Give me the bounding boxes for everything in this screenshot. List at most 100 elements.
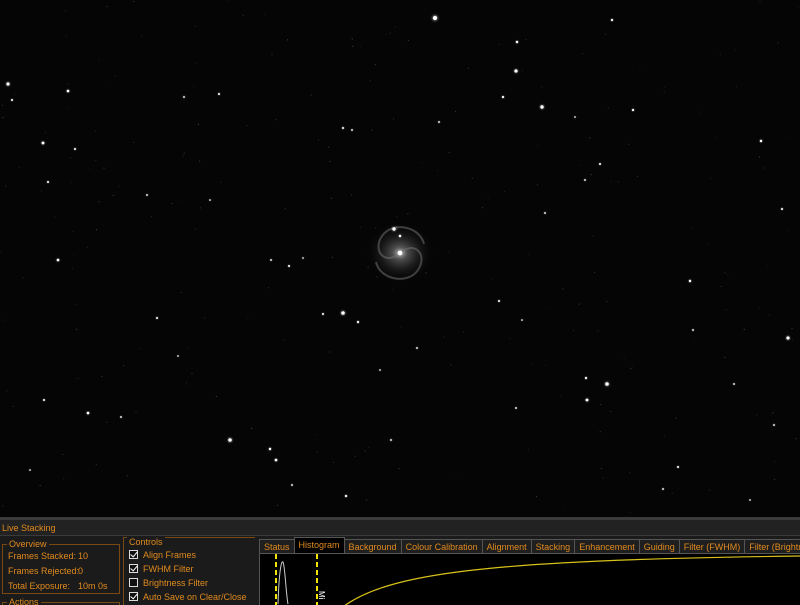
- noise-dot: [94, 130, 96, 132]
- noise-dot: [63, 478, 65, 480]
- noise-dot: [332, 256, 333, 258]
- noise-dot: [727, 274, 729, 276]
- noise-dot: [316, 434, 318, 436]
- noise-dot: [67, 83, 69, 85]
- tab-colour-calibration[interactable]: Colour Calibration: [400, 539, 483, 553]
- noise-dot: [62, 453, 64, 455]
- noise-dot: [98, 201, 100, 203]
- noise-dot: [725, 309, 727, 311]
- noise-dot: [490, 278, 492, 280]
- noise-dot: [528, 253, 530, 255]
- noise-dot: [573, 330, 575, 331]
- live-stacking-panel: Live Stacking Overview Frames Stacked: 1…: [0, 520, 800, 605]
- noise-dot: [758, 156, 760, 158]
- noise-dot: [14, 93, 15, 95]
- noise-dot: [374, 227, 376, 229]
- noise-dot: [772, 412, 774, 414]
- fwhm-filter-checkbox[interactable]: [129, 564, 138, 574]
- tab-stacking[interactable]: Stacking: [530, 539, 576, 553]
- star: [416, 347, 418, 349]
- brightness-filter-toggle[interactable]: Brightness Filter: [129, 577, 208, 589]
- star: [677, 466, 679, 468]
- auto-save-checkbox[interactable]: [129, 592, 138, 602]
- noise-dot: [664, 435, 666, 437]
- star: [6, 82, 10, 86]
- noise-dot: [487, 198, 489, 200]
- noise-dot: [637, 175, 639, 177]
- fwhm-filter-toggle[interactable]: FWHM Filter: [129, 563, 194, 575]
- align-frames-toggle[interactable]: Align Frames: [129, 549, 196, 561]
- noise-dot: [774, 478, 776, 480]
- tab-background[interactable]: Background: [343, 539, 402, 553]
- noise-dot: [71, 181, 72, 183]
- star: [228, 438, 232, 442]
- overview-legend: Overview: [7, 538, 49, 550]
- noise-dot: [767, 265, 769, 267]
- noise-dot: [367, 447, 369, 449]
- stretch-curve: [344, 555, 800, 605]
- noise-dot: [39, 485, 41, 486]
- controls-legend: Controls: [127, 536, 165, 548]
- noise-dot: [103, 167, 105, 169]
- noise-dot: [716, 136, 718, 138]
- noise-dot: [366, 499, 368, 501]
- noise-dot: [407, 40, 409, 41]
- noise-dot: [75, 304, 77, 306]
- noise-dot: [215, 395, 217, 397]
- noise-dot: [589, 137, 591, 139]
- noise-dot: [329, 161, 331, 162]
- star: [291, 484, 293, 486]
- noise-dot: [599, 431, 601, 433]
- star: [515, 407, 517, 409]
- star: [498, 300, 500, 302]
- noise-dot: [2, 319, 4, 321]
- noise-dot: [118, 185, 120, 187]
- star: [514, 69, 518, 73]
- noise-dot: [421, 162, 423, 164]
- noise-dot: [548, 307, 550, 309]
- noise-dot: [481, 207, 483, 209]
- noise-dot: [86, 246, 88, 248]
- star: [786, 336, 790, 340]
- auto-save-toggle[interactable]: Auto Save on Clear/Close: [129, 591, 247, 603]
- noise-dot: [601, 468, 602, 470]
- noise-dot: [70, 157, 72, 159]
- star: [501, 95, 505, 99]
- tab-enhancement[interactable]: Enhancement: [574, 539, 640, 553]
- noise-dot: [690, 227, 692, 229]
- stacked-image-viewer[interactable]: [0, 0, 800, 517]
- noise-dot: [663, 86, 665, 88]
- noise-dot: [602, 477, 604, 479]
- align-frames-checkbox[interactable]: [129, 550, 138, 560]
- noise-dot: [710, 177, 712, 179]
- noise-dot: [1, 104, 3, 106]
- tab-filter-brightness[interactable]: Filter (Brightness): [744, 539, 800, 553]
- noise-dot: [200, 207, 201, 209]
- tab-guiding[interactable]: Guiding: [638, 539, 680, 553]
- star: [146, 194, 148, 196]
- star: [599, 163, 601, 165]
- noise-dot: [582, 52, 583, 54]
- noise-dot: [675, 417, 677, 419]
- star: [585, 398, 589, 402]
- star: [392, 227, 396, 231]
- noise-dot: [443, 336, 445, 338]
- tab-filter-fwhm[interactable]: Filter (FWHM): [678, 539, 746, 553]
- noise-dot: [503, 191, 505, 193]
- star: [344, 494, 348, 498]
- tab-alignment[interactable]: Alignment: [481, 539, 532, 553]
- star-field: [0, 0, 800, 513]
- noise-dot: [629, 512, 631, 513]
- noise-dot: [397, 228, 399, 230]
- noise-dot: [376, 276, 378, 278]
- noise-dot: [594, 272, 595, 274]
- star: [733, 383, 735, 385]
- noise-dot: [525, 39, 527, 41]
- tab-histogram[interactable]: Histogram: [293, 537, 345, 553]
- histogram-plot[interactable]: [259, 553, 800, 605]
- noise-dot: [193, 85, 195, 87]
- brightness-filter-checkbox[interactable]: [129, 578, 138, 588]
- star: [56, 258, 60, 262]
- noise-dot: [768, 314, 770, 316]
- tab-status[interactable]: Status: [259, 539, 295, 553]
